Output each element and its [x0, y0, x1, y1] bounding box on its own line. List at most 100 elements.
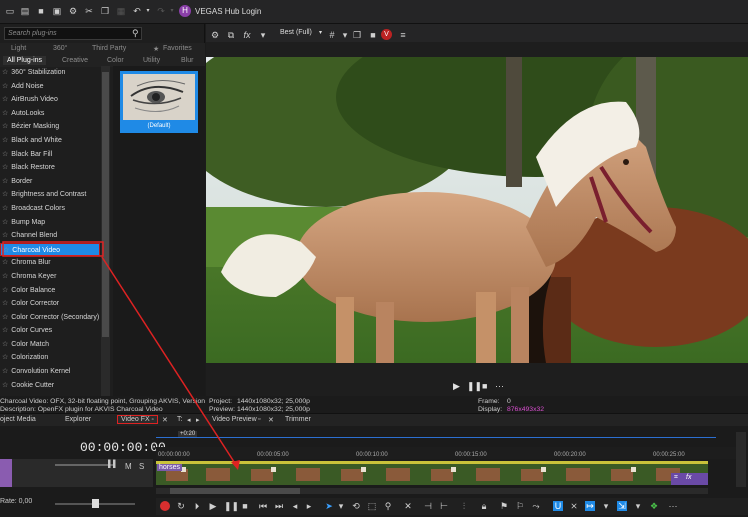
- tab-project-media[interactable]: oject Media: [0, 416, 36, 423]
- chevron-down-icon[interactable]: ▾: [319, 29, 322, 36]
- plugin-list-item[interactable]: ☆ Chroma Keyer: [0, 270, 100, 284]
- tab-creative[interactable]: Creative: [62, 57, 88, 64]
- lock-envelopes-icon[interactable]: ⇲: [617, 501, 627, 511]
- tab-color[interactable]: Color: [107, 57, 124, 64]
- split-screen-icon[interactable]: ⧉: [226, 30, 236, 40]
- play-icon[interactable]: ▶: [453, 381, 460, 392]
- undock-icon[interactable]: ▫: [258, 416, 260, 423]
- record-icon[interactable]: [160, 501, 170, 511]
- favorite-star-icon[interactable]: ☆: [2, 300, 8, 307]
- plugin-list-item[interactable]: ☆ AirBrush Video: [0, 93, 100, 107]
- plugin-list-item[interactable]: ☆ Brightness and Contrast: [0, 188, 100, 202]
- vegas-v-icon[interactable]: V: [381, 29, 392, 40]
- plugin-list-item[interactable]: ☆ Charcoal Video: [0, 242, 100, 257]
- previous-frame-icon[interactable]: ◂: [290, 501, 300, 511]
- plugin-list-item[interactable]: ☆ Border: [0, 175, 100, 189]
- grid-icon[interactable]: #: [327, 30, 337, 40]
- favorite-star-icon[interactable]: ☆: [2, 164, 8, 171]
- save-snapshot-icon[interactable]: ■: [368, 30, 378, 40]
- go-to-start-icon[interactable]: ⏮: [258, 501, 268, 511]
- plugin-list-item[interactable]: ☆ Convolution Kernel: [0, 365, 100, 379]
- timeline-scroll-thumb[interactable]: [170, 488, 300, 494]
- favorite-star-icon[interactable]: ☆: [2, 327, 8, 334]
- more-options-icon[interactable]: ···: [495, 381, 504, 391]
- marker-icon[interactable]: ⚑: [499, 501, 509, 511]
- ignore-grouping-icon[interactable]: ▾: [633, 501, 643, 511]
- menu-icon[interactable]: ≡: [398, 30, 408, 40]
- plugin-list-item[interactable]: ☆ Color Balance: [0, 284, 100, 298]
- ripple-dropdown-icon[interactable]: ▾: [601, 501, 611, 511]
- lock-icon[interactable]: 🔒︎: [479, 501, 489, 511]
- tab-all-plugins[interactable]: All Plug-ins: [3, 56, 47, 65]
- favorite-star-icon[interactable]: ☆: [2, 314, 8, 321]
- trim-start-icon[interactable]: ⊣: [423, 501, 433, 511]
- plugin-list-item[interactable]: ☆ Colorization: [0, 351, 100, 365]
- plugin-list-item[interactable]: ☆ Black Restore: [0, 161, 100, 175]
- gear-icon[interactable]: ⚙: [210, 30, 220, 40]
- auto-crossfade-icon[interactable]: ⨯: [569, 501, 579, 511]
- play-from-start-icon[interactable]: ⏵: [192, 501, 202, 511]
- cut-icon[interactable]: ✂: [84, 6, 94, 16]
- tab-utility[interactable]: Utility: [143, 57, 160, 64]
- paste-icon[interactable]: ▦: [116, 6, 126, 16]
- plugin-list-item[interactable]: ☆ Black Bar Fill: [0, 148, 100, 162]
- plugin-list-item[interactable]: ☆ Color Match: [0, 338, 100, 352]
- solo-button[interactable]: S: [139, 462, 144, 471]
- timeline-vertical-scrollbar[interactable]: [736, 432, 746, 487]
- stop-icon[interactable]: ■: [482, 381, 487, 391]
- delete-icon[interactable]: ✕: [403, 501, 413, 511]
- save-icon[interactable]: ■: [36, 6, 46, 16]
- new-icon[interactable]: ▭: [5, 6, 15, 16]
- split-icon[interactable]: ⫶: [459, 501, 469, 511]
- plugin-list-item[interactable]: ☆ Channel Blend: [0, 229, 100, 243]
- tab-video-fx[interactable]: Video FX ▫: [117, 415, 158, 424]
- close-icon[interactable]: ✕: [162, 416, 168, 424]
- track-level-slider[interactable]: [55, 464, 115, 466]
- grid-dropdown-icon[interactable]: ▾: [340, 30, 350, 40]
- scroll-left-icon[interactable]: ◂: [187, 416, 191, 424]
- next-frame-icon[interactable]: ▸: [304, 501, 314, 511]
- favorite-star-icon[interactable]: ☆: [2, 287, 8, 294]
- tab-explorer[interactable]: Explorer: [65, 416, 91, 423]
- favorite-star-icon[interactable]: ☆: [2, 382, 8, 389]
- open-icon[interactable]: ▤: [20, 6, 30, 16]
- timeline-ruler[interactable]: 00:00:00:00 00:00:05:00 00:00:10:00 00:00:1…: [156, 447, 736, 459]
- render-icon[interactable]: ▣: [52, 6, 62, 16]
- region-icon[interactable]: ⚐: [515, 501, 525, 511]
- more-tools-icon[interactable]: ···: [668, 501, 678, 511]
- play-icon[interactable]: ▶: [208, 501, 218, 511]
- selection-tool-icon[interactable]: ⬚: [367, 501, 377, 511]
- preview-quality-select[interactable]: Best (Full): [280, 29, 312, 36]
- favorite-star-icon[interactable]: ☆: [2, 69, 8, 76]
- track-fx-icon[interactable]: ▌▌: [108, 461, 118, 468]
- tab-t[interactable]: T:: [177, 416, 182, 423]
- loop-playback-icon[interactable]: ↻: [176, 501, 186, 511]
- mute-button[interactable]: M: [125, 462, 132, 471]
- pause-icon[interactable]: ❚❚: [467, 381, 482, 392]
- external-monitor-icon[interactable]: ▾: [258, 30, 268, 40]
- loop-region-bar[interactable]: [156, 437, 716, 438]
- plugin-list-item[interactable]: ☆ Color Corrector (Secondary): [0, 311, 100, 325]
- grouping-icon[interactable]: ❖: [649, 501, 659, 511]
- preset-default[interactable]: (Default): [120, 71, 198, 133]
- favorite-star-icon[interactable]: ☆: [2, 205, 8, 212]
- favorite-star-icon[interactable]: ☆: [2, 232, 8, 239]
- pause-icon[interactable]: ❚❚: [224, 501, 239, 511]
- favorite-star-icon[interactable]: ☆: [2, 341, 8, 348]
- envelope-tool-icon[interactable]: ⟲: [351, 501, 361, 511]
- favorite-star-icon[interactable]: ☆: [2, 259, 8, 266]
- vegas-hub-icon[interactable]: H: [179, 5, 191, 17]
- auto-ripple-icon[interactable]: ↦: [585, 501, 595, 511]
- clip-fx-icon[interactable]: fx: [686, 474, 691, 481]
- crop-icon[interactable]: ⌗: [674, 474, 678, 482]
- sync-icon[interactable]: ⤳: [531, 501, 541, 511]
- tab-trimmer[interactable]: Trimmer: [285, 416, 311, 423]
- plugin-list-item[interactable]: ☆ Black and White: [0, 134, 100, 148]
- plugin-list-item[interactable]: ☆ Bump Map: [0, 216, 100, 230]
- plugin-search-input[interactable]: Search plug-ins: [4, 27, 142, 40]
- trim-end-icon[interactable]: ⊢: [439, 501, 449, 511]
- favorite-star-icon[interactable]: ☆: [2, 178, 8, 185]
- copy-snapshot-icon[interactable]: ❐: [352, 30, 362, 40]
- normal-edit-tool-icon[interactable]: ➤: [324, 501, 334, 511]
- tab-video-preview[interactable]: Video Preview: [212, 416, 257, 423]
